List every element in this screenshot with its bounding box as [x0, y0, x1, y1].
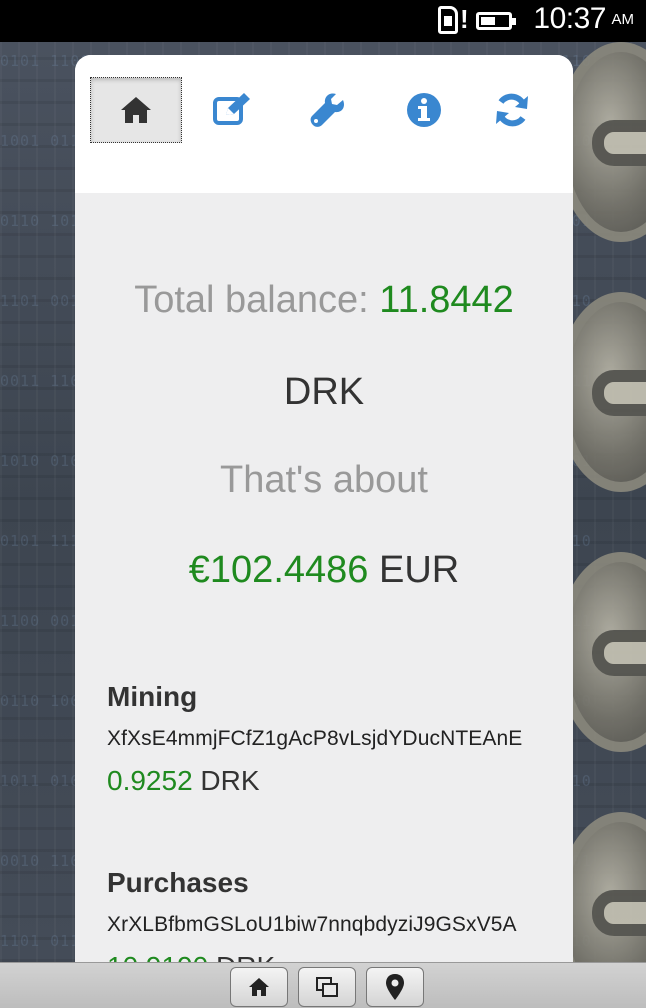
account-currency: DRK: [216, 951, 275, 962]
fiat-amount: €102.4486: [188, 549, 369, 591]
sim-icon: [438, 6, 458, 34]
total-balance-label: Total balance:: [134, 279, 369, 321]
fiat-value: €102.4486 EUR: [75, 549, 573, 592]
edit-icon: [213, 93, 250, 125]
account-balance: 0.9252 DRK: [107, 765, 573, 797]
about-label: That's about: [220, 459, 428, 501]
account-item[interactable]: Purchases XrXLBfbmGSLoU1biw7nnqbdyziJ9GS…: [107, 867, 573, 962]
wallet-card: Total balance: 11.8442 DRK That's about …: [75, 55, 573, 962]
settings-button[interactable]: [282, 77, 374, 143]
nav-windows-button[interactable]: [298, 967, 356, 1007]
home-icon: [249, 978, 269, 996]
total-balance: Total balance: 11.8442: [75, 279, 573, 322]
home-icon: [121, 97, 151, 123]
account-balance: 10.9190 DRK: [107, 951, 573, 962]
clock-time: 10:37: [533, 2, 606, 35]
account-name: Mining: [107, 681, 198, 712]
total-balance-amount: 11.8442: [379, 279, 514, 321]
bottom-nav-bar: [0, 962, 646, 1008]
info-button[interactable]: [378, 77, 470, 143]
balance-panel: Total balance: 11.8442 DRK That's about …: [75, 193, 573, 962]
windows-icon: [316, 977, 338, 997]
refresh-button[interactable]: [466, 77, 558, 143]
account-amount: 10.9190: [107, 951, 208, 962]
edit-button[interactable]: [186, 77, 278, 143]
home-button[interactable]: [90, 77, 182, 143]
account-address: XrXLBfbmGSLoU1biw7nnqbdyziJ9GSxV5A: [107, 913, 517, 936]
battery-icon: [476, 12, 516, 30]
account-currency: DRK: [200, 765, 260, 796]
location-pin-icon: [386, 974, 404, 1000]
alert-icon: !: [460, 4, 469, 34]
info-icon: [407, 93, 441, 127]
clock-ampm: AM: [611, 11, 635, 28]
status-bar: ! 10:37 AM: [0, 0, 646, 42]
refresh-icon: [496, 93, 528, 127]
account-item[interactable]: Mining XfXsE4mmjFCfZ1gAcP8vLsjdYDucNTEAn…: [107, 681, 573, 797]
toolbar: [75, 55, 573, 193]
account-name: Purchases: [107, 867, 249, 898]
wrench-icon: [310, 93, 345, 127]
account-address: XfXsE4mmjFCfZ1gAcP8vLsjdYDucNTEAnE: [107, 727, 523, 750]
balance-currency: DRK: [283, 371, 365, 413]
fiat-currency: EUR: [378, 549, 460, 591]
account-amount: 0.9252: [107, 765, 193, 796]
nav-home-button[interactable]: [230, 967, 288, 1007]
nav-location-button[interactable]: [366, 967, 424, 1007]
